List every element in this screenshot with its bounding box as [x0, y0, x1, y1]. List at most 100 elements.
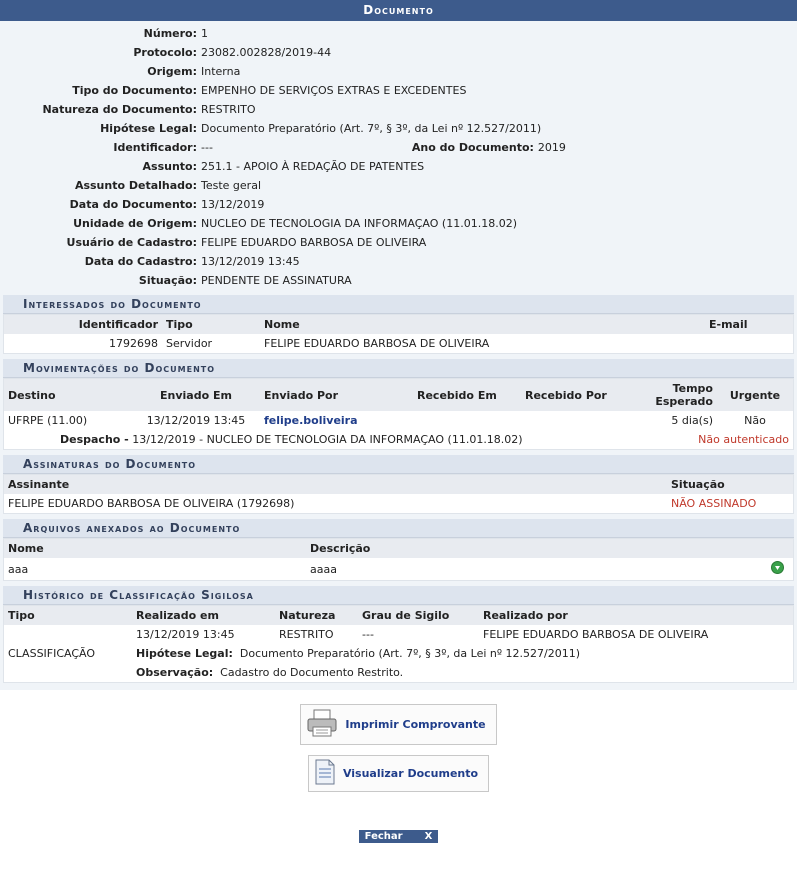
- field-value: EMPENHO DE SERVIÇOS EXTRAS E EXCEDENTES: [201, 84, 467, 97]
- col-header: Recebido Em: [413, 378, 521, 411]
- table-row: CLASSIFICAÇÃO 13/12/2019 13:45 RESTRITO …: [4, 625, 794, 660]
- view-document-label: Visualizar Documento: [342, 767, 479, 780]
- actions: Imprimir Comprovante Visualizar Document…: [0, 704, 797, 843]
- field-value: 23082.002828/2019-44: [201, 46, 332, 59]
- field-value: 13/12/2019 13:45: [201, 255, 300, 268]
- table-row: FELIPE EDUARDO BARBOSA DE OLIVEIRA (1792…: [4, 494, 794, 514]
- observacao-value: Cadastro do Documento Restrito.: [220, 666, 404, 679]
- assinaturas-table: Assinante Situação FELIPE EDUARDO BARBOS…: [3, 474, 794, 514]
- despacho-cell: Despacho - 13/12/2019 - NUCLEO DE TECNOL…: [4, 430, 650, 450]
- field-label: Identificador:: [113, 141, 197, 154]
- observacao-cell: Observação: Cadastro do Documento Restri…: [132, 663, 794, 683]
- field-label: Protocolo:: [133, 46, 197, 59]
- cell: Servidor: [166, 337, 213, 350]
- movimentacoes-section: Movimentações do Documento Destino Envia…: [3, 359, 794, 450]
- document-info: Número: 1 Protocolo: 23082.002828/2019-44 …: [0, 21, 797, 690]
- field-label: Assunto Detalhado:: [74, 179, 197, 192]
- col-header: E-mail: [705, 314, 794, 334]
- field-label: Situação:: [138, 274, 197, 287]
- cell: RESTRITO: [279, 628, 334, 641]
- assinaturas-section: Assinaturas do Documento Assinante Situa…: [3, 455, 794, 514]
- field-value: PENDENTE DE ASSINATURA: [201, 274, 352, 287]
- section-title: Arquivos anexados ao Documento: [3, 519, 794, 538]
- field-value: RESTRITO: [201, 103, 256, 116]
- field-label: Assunto:: [142, 160, 197, 173]
- cell: FELIPE EDUARDO BARBOSA DE OLIVEIRA: [483, 628, 709, 641]
- section-title: Interessados do Documento: [3, 295, 794, 314]
- cell: 5 dia(s): [671, 414, 713, 427]
- cell: aaaa: [310, 562, 337, 576]
- col-header-empty: [767, 538, 794, 558]
- hipotese-cell: Hipótese Legal: Documento Preparatório (…: [132, 644, 794, 663]
- cell: 1792698: [109, 337, 158, 350]
- field-value: Documento Preparatório (Art. 7º, § 3º, d…: [201, 122, 542, 135]
- table-row: 1792698 Servidor FELIPE EDUARDO BARBOSA …: [4, 334, 794, 354]
- col-header: Situação: [667, 474, 794, 494]
- col-header: Assinante: [3, 474, 667, 494]
- col-header: Nome: [260, 314, 705, 334]
- cell: 13/12/2019 13:45: [146, 414, 246, 427]
- view-document-button[interactable]: Visualizar Documento: [307, 755, 490, 792]
- print-receipt-button[interactable]: Imprimir Comprovante: [300, 704, 497, 745]
- col-header: Tipo: [3, 605, 132, 625]
- cell: ---: [362, 628, 374, 641]
- col-header: Tipo: [162, 314, 260, 334]
- despacho-text: 13/12/2019 - NUCLEO DE TECNOLOGIA DA INF…: [132, 433, 523, 446]
- col-header: Descrição: [306, 538, 767, 558]
- field-value: ---: [201, 141, 213, 154]
- col-header: Enviado Por: [260, 378, 413, 411]
- cell: FELIPE EDUARDO BARBOSA DE OLIVEIRA (1792…: [8, 497, 295, 510]
- table-row: aaa aaaa: [4, 558, 794, 581]
- arquivos-table: Nome Descrição aaa aaaa: [3, 538, 794, 581]
- col-header: Urgente: [717, 378, 794, 411]
- document-icon: [313, 759, 337, 788]
- sender-link[interactable]: felipe.boliveira: [264, 414, 358, 427]
- arquivos-section: Arquivos anexados ao Documento Nome Desc…: [3, 519, 794, 581]
- cell: FELIPE EDUARDO BARBOSA DE OLIVEIRA: [264, 337, 490, 350]
- auth-status: Não autenticado: [698, 433, 789, 446]
- historico-section: Histórico de Classificação Sigilosa Tipo…: [3, 586, 794, 683]
- field-label: Data do Cadastro:: [84, 255, 197, 268]
- field-label: Usuário de Cadastro:: [66, 236, 197, 249]
- interessados-section: Interessados do Documento Identificador …: [3, 295, 794, 354]
- download-icon[interactable]: [767, 558, 794, 581]
- field-label: Data do Documento:: [69, 198, 197, 211]
- section-title: Assinaturas do Documento: [3, 455, 794, 474]
- field-value: 1: [201, 27, 208, 40]
- movimentacoes-table: Destino Enviado Em Enviado Por Recebido …: [3, 378, 794, 450]
- col-header: Enviado Em: [132, 378, 260, 411]
- cell: felipe.boliveira: [260, 411, 413, 430]
- section-title: Movimentações do Documento: [3, 359, 794, 378]
- cell: Não: [744, 414, 766, 427]
- cell: aaa: [8, 562, 29, 576]
- cell: NÃO ASSINADO: [671, 497, 757, 510]
- col-header: Recebido Por: [521, 378, 649, 411]
- cell: [413, 411, 521, 430]
- col-header: Natureza: [275, 605, 358, 625]
- close-label: Fechar: [364, 831, 403, 842]
- field-value: 13/12/2019: [201, 198, 265, 211]
- close-button[interactable]: Fechar X: [358, 830, 439, 843]
- field-value: 251.1 - APOIO À REDAÇÃO DE PATENTES: [201, 160, 425, 173]
- cell: UFRPE (11.00): [8, 414, 88, 427]
- cell: CLASSIFICAÇÃO: [8, 647, 96, 660]
- col-header: Realizado em: [132, 605, 275, 625]
- section-title: Histórico de Classificação Sigilosa: [3, 586, 794, 605]
- col-header: Nome: [3, 538, 306, 558]
- print-receipt-label: Imprimir Comprovante: [345, 718, 486, 731]
- field-value: 2019: [537, 141, 566, 154]
- field-value: Teste geral: [201, 179, 261, 192]
- col-header: Tempo Esperado: [649, 378, 717, 411]
- cell: [705, 334, 794, 354]
- table-row: UFRPE (11.00) 13/12/2019 13:45 felipe.bo…: [4, 411, 794, 430]
- field-value: Interna: [201, 65, 241, 78]
- despacho-label: Despacho -: [60, 433, 129, 446]
- cell: 13/12/2019 13:45: [136, 628, 235, 641]
- field-label: Número:: [143, 27, 197, 40]
- table-row: Despacho - 13/12/2019 - NUCLEO DE TECNOL…: [4, 430, 794, 450]
- hipotese-value: Documento Preparatório (Art. 7º, § 3º, d…: [239, 647, 581, 660]
- col-header: Grau de Sigilo: [358, 605, 479, 625]
- page-title: Documento: [0, 0, 797, 21]
- field-label: Origem:: [147, 65, 197, 78]
- col-header: Identificador: [3, 314, 162, 334]
